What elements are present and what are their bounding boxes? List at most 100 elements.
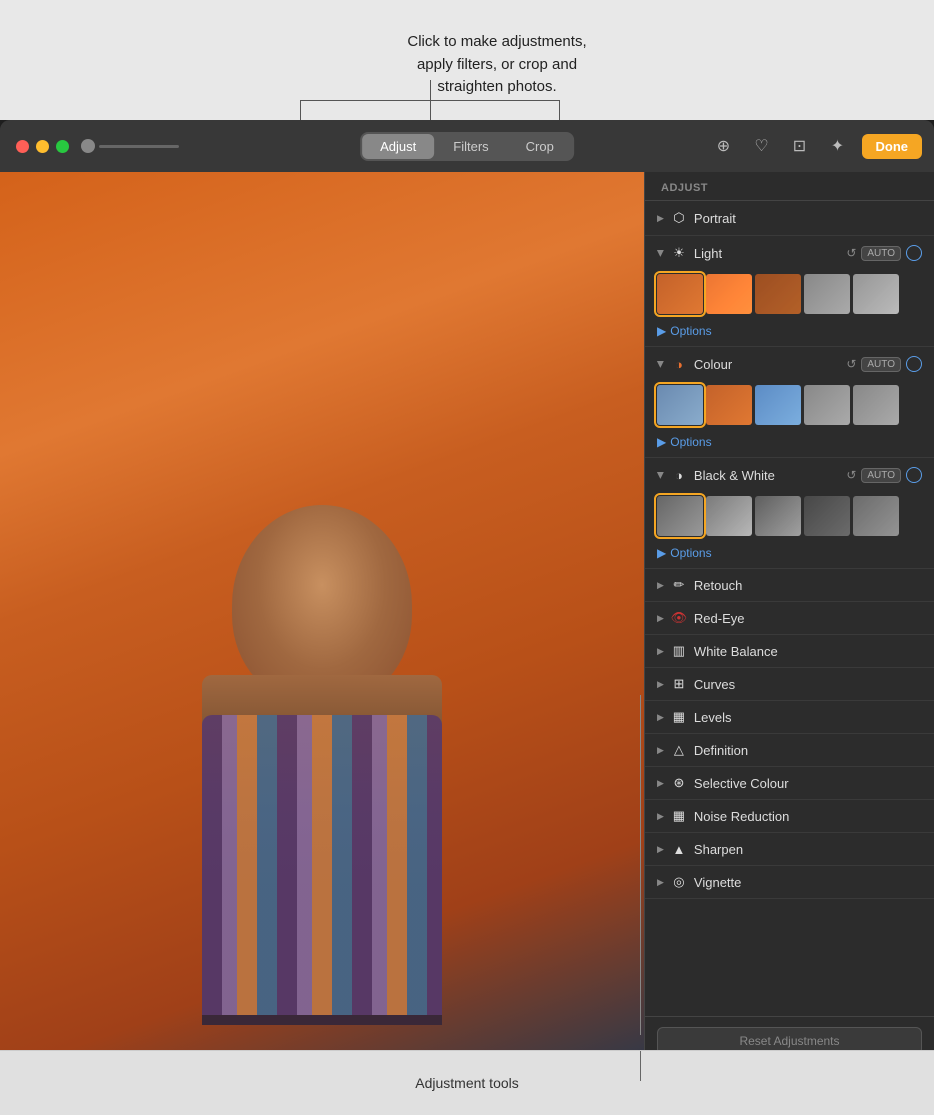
selective-colour-label: Selective Colour [694,776,789,791]
white-balance-item[interactable]: ▶ ▥ White Balance [645,635,934,668]
bw-options-link[interactable]: ▶ Options [657,546,922,560]
slider-icon [81,139,95,153]
light-thumbnails [645,270,934,320]
light-thumb-2[interactable] [706,274,752,314]
levels-item[interactable]: ▶ ▦ Levels [645,701,934,734]
retouch-chevron: ▶ [657,580,664,591]
colour-thumbnails [645,381,934,431]
bw-thumbnails [645,492,934,542]
portrait-header[interactable]: ▶ ⬡ Portrait [645,201,934,235]
definition-label: Definition [694,743,748,758]
bottom-annotation-text: Adjustment tools [415,1075,519,1091]
definition-item[interactable]: ▶ △ Definition [645,734,934,767]
noise-reduction-item[interactable]: ▶ ▦ Noise Reduction [645,800,934,833]
light-thumb-5[interactable] [853,274,899,314]
app-window: Adjust Filters Crop ⊕ ♡ ⊡ ✦ Done [0,120,934,1115]
light-thumb-3[interactable] [755,274,801,314]
minimize-button[interactable] [36,140,49,153]
light-undo-icon[interactable]: ↺ [846,246,856,260]
light-thumb-1[interactable] [657,274,703,314]
colour-thumb-3[interactable] [755,385,801,425]
brightness-slider[interactable] [81,139,179,153]
photo-area [0,172,644,1065]
selective-colour-item[interactable]: ▶ ⊛ Selective Colour [645,767,934,800]
curves-item[interactable]: ▶ ⊞ Curves [645,668,934,701]
colour-undo-icon[interactable]: ↺ [846,357,856,371]
bw-header[interactable]: ▶ ◑ Black & White ↺ AUTO [645,458,934,492]
retouch-item[interactable]: ▶ ✏ Retouch [645,569,934,602]
bw-options-chevron: ▶ [657,546,666,560]
light-thumb-4[interactable] [804,274,850,314]
more-options-icon[interactable]: ⊕ [710,132,738,160]
magic-wand-icon[interactable]: ✦ [824,132,852,160]
annotation-v-line [640,1051,641,1081]
colour-options-row: ▶ Options [645,431,934,457]
white-balance-chevron: ▶ [657,646,664,657]
bw-auto-badge[interactable]: AUTO [861,468,901,483]
bw-thumb-3[interactable] [755,496,801,536]
light-options-chevron: ▶ [657,324,666,338]
bw-thumb-5[interactable] [853,496,899,536]
colour-label: Colour [694,357,846,372]
tab-filters[interactable]: Filters [435,134,506,159]
bw-section: ▶ ◑ Black & White ↺ AUTO [645,458,934,569]
light-toggle[interactable] [906,245,922,261]
sharpen-item[interactable]: ▶ ▲ Sharpen [645,833,934,866]
bw-options-label: Options [670,546,711,560]
heart-icon[interactable]: ♡ [748,132,776,160]
done-button[interactable]: Done [862,134,923,159]
title-bar: Adjust Filters Crop ⊕ ♡ ⊡ ✦ Done [0,120,934,172]
noise-reduction-chevron: ▶ [657,811,664,822]
bw-thumb-2[interactable] [706,496,752,536]
tooltip-text: Click to make adjustments, apply filters… [407,31,586,99]
light-icon: ☀ [670,244,688,262]
bottom-annotation-area: Adjustment tools [0,1050,934,1115]
tab-adjust[interactable]: Adjust [362,134,434,159]
light-auto-badge[interactable]: AUTO [861,246,901,261]
colour-auto-badge[interactable]: AUTO [861,357,901,372]
bw-icon: ◑ [670,466,688,484]
sidebar: ADJUST ▶ ⬡ Portrait ▶ ☀ Light [644,172,934,1065]
bw-thumb-1[interactable] [657,496,703,536]
sharpen-icon: ▲ [670,840,688,858]
bw-toggle[interactable] [906,467,922,483]
light-chevron: ▶ [655,250,666,257]
portrait-label: Portrait [694,211,922,226]
colour-options-link[interactable]: ▶ Options [657,435,922,449]
levels-label: Levels [694,710,732,725]
colour-thumb-1[interactable] [657,385,703,425]
light-options-link[interactable]: ▶ Options [657,324,922,338]
red-eye-item[interactable]: ▶ 👁 Red-Eye [645,602,934,635]
close-button[interactable] [16,140,29,153]
tooltip-area: Click to make adjustments, apply filters… [0,0,934,120]
light-header[interactable]: ▶ ☀ Light ↺ AUTO [645,236,934,270]
traffic-lights [16,140,69,153]
sidebar-scroll[interactable]: ▶ ⬡ Portrait ▶ ☀ Light ↺ AUTO [645,201,934,1016]
portrait-icon: ⬡ [670,209,688,227]
fullscreen-button[interactable] [56,140,69,153]
colour-chevron: ▶ [655,361,666,368]
colour-thumb-5[interactable] [853,385,899,425]
vignette-item[interactable]: ▶ ◎ Vignette [645,866,934,899]
bw-thumb-4[interactable] [804,496,850,536]
colour-thumb-4[interactable] [804,385,850,425]
bw-undo-icon[interactable]: ↺ [846,468,856,482]
noise-reduction-icon: ▦ [670,807,688,825]
colour-toggle[interactable] [906,356,922,372]
light-controls: ↺ AUTO [846,245,922,261]
tab-crop[interactable]: Crop [508,134,572,159]
bw-controls: ↺ AUTO [846,467,922,483]
light-label: Light [694,246,846,261]
sidebar-header: ADJUST [645,172,934,201]
colour-header[interactable]: ▶ ◑ Colour ↺ AUTO [645,347,934,381]
light-section: ▶ ☀ Light ↺ AUTO [645,236,934,347]
retouch-icon: ✏ [670,576,688,594]
retouch-label: Retouch [694,578,742,593]
share-icon[interactable]: ⊡ [786,132,814,160]
title-bar-right: ⊕ ♡ ⊡ ✦ Done [710,132,923,160]
bw-label: Black & White [694,468,846,483]
colour-thumb-2[interactable] [706,385,752,425]
colour-section: ▶ ◑ Colour ↺ AUTO [645,347,934,458]
red-eye-chevron: ▶ [657,613,664,624]
content-area: ADJUST ▶ ⬡ Portrait ▶ ☀ Light [0,172,934,1065]
